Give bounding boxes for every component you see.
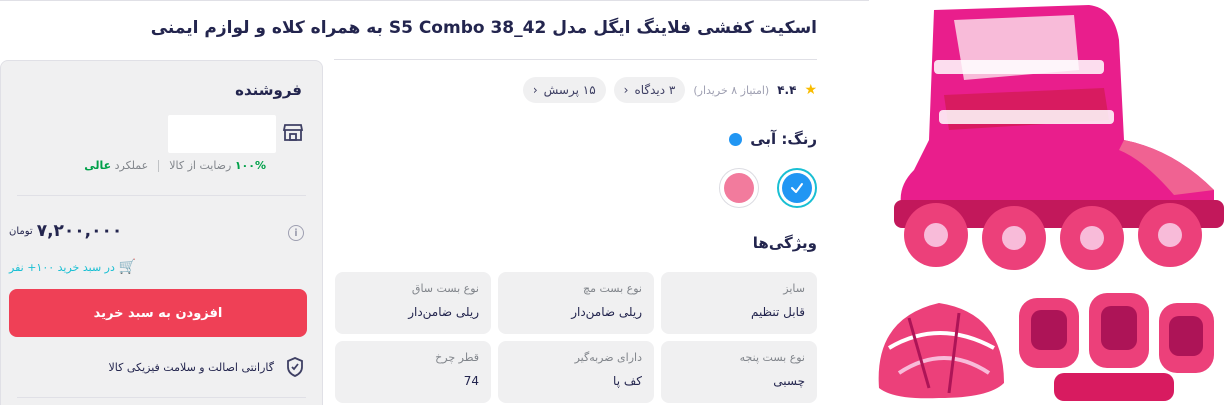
spec-card: نوع بست مچ ریلی ضامن‌دار (498, 272, 654, 334)
seller-box: فروشنده ۱۰۰% رضایت از کالا عملکرد عالی i… (0, 60, 323, 405)
add-to-cart-button[interactable]: افزودن به سبد خرید (9, 289, 307, 337)
performance: عملکرد عالی (84, 159, 148, 172)
chevron-left-icon: ‹ (623, 83, 629, 97)
spec-value: 74 (463, 374, 479, 388)
cart-note-text: در سبد خرید ۱۰۰+ نفر (9, 260, 115, 274)
performance-value: عالی (84, 159, 112, 172)
satisfaction: ۱۰۰% رضایت از کالا (169, 159, 266, 172)
pads-image[interactable] (1009, 288, 1224, 405)
color-label-text: رنگ: آبی (750, 130, 817, 148)
questions-pill[interactable]: ۱۵ پرسش ‹ (522, 77, 606, 103)
spec-key: نوع بست ساق (411, 282, 479, 295)
spec-card: دارای ضربه‌گیر کف پا (498, 341, 654, 403)
seller-title: فروشنده (235, 81, 302, 99)
satisfaction-text: رضایت از کالا (169, 159, 232, 172)
spec-card: سایز قابل تنظیم (661, 272, 817, 334)
top-divider (0, 0, 880, 1)
rating-value: ۴.۴ (777, 83, 797, 97)
rating-row: ★ ۴.۴ (امتیاز ۸ خریدار) ۳ دیدگاه ‹ ۱۵ پر… (522, 76, 817, 104)
swatch-pink[interactable] (719, 168, 759, 208)
star-icon: ★ (804, 82, 817, 98)
selected-color-dot (729, 132, 743, 146)
spec-key: سایز (783, 282, 805, 295)
seller-divider (17, 397, 306, 398)
seller-divider (17, 195, 306, 196)
spec-key: نوع بست پنجه (739, 351, 805, 364)
guarantee-text: گارانتی اصالت و سلامت فیزیکی کالا (108, 360, 275, 374)
seller-meta: ۱۰۰% رضایت از کالا عملکرد عالی (84, 159, 266, 172)
product-title: اسکیت کفشی فلاینگ ایگل مدل S5 Combo 38_4… (150, 18, 817, 38)
info-icon[interactable]: i (288, 225, 304, 241)
color-swatches (719, 168, 817, 208)
skate-image[interactable] (874, 0, 1229, 285)
info-divider (334, 59, 817, 60)
spec-value: ریلی ضامن‌دار (571, 305, 642, 319)
product-gallery[interactable] (869, 0, 1229, 405)
spec-value: قابل تنظیم (750, 305, 805, 319)
spec-value: چسبی (773, 374, 805, 388)
helmet-image[interactable] (869, 288, 1014, 405)
reviews-pill-label: ۳ دیدگاه (634, 83, 676, 97)
check-icon (791, 183, 803, 193)
swatch-pink-fill (724, 173, 754, 203)
guarantee-row[interactable]: گارانتی اصالت و سلامت فیزیکی کالا (109, 357, 305, 377)
price: ۷,۲۰۰,۰۰۰ تومان (9, 221, 122, 241)
spec-key: دارای ضربه‌گیر (574, 351, 642, 364)
spec-key: قطر چرخ (435, 351, 479, 364)
seller-name-box[interactable] (168, 115, 276, 153)
performance-label: عملکرد (114, 159, 149, 172)
features-title: ویژگی‌ها (752, 234, 817, 252)
price-currency: تومان (9, 225, 33, 237)
shield-icon (287, 357, 303, 377)
spec-grid: سایز قابل تنظیم نوع بست مچ ریلی ضامن‌دار… (334, 272, 817, 403)
meta-separator (158, 159, 160, 172)
spec-value: کف پا (613, 374, 642, 388)
shop-icon (282, 124, 304, 141)
swatch-blue-fill (782, 173, 812, 203)
spec-card: قطر چرخ 74 (335, 341, 491, 403)
spec-card: نوع بست پنجه چسبی (661, 341, 817, 403)
product-info: ★ ۴.۴ (امتیاز ۸ خریدار) ۳ دیدگاه ‹ ۱۵ پر… (334, 58, 817, 405)
swatch-blue[interactable] (777, 168, 817, 208)
reviews-pill[interactable]: ۳ دیدگاه ‹ (613, 77, 686, 103)
chevron-left-icon: ‹ (532, 83, 538, 97)
spec-value: ریلی ضامن‌دار (408, 305, 479, 319)
satisfaction-value: ۱۰۰% (234, 159, 266, 172)
spec-card: نوع بست ساق ریلی ضامن‌دار (335, 272, 491, 334)
cart-note: 🛒 در سبد خرید ۱۰۰+ نفر (9, 259, 136, 275)
spec-key: نوع بست مچ (583, 282, 642, 295)
color-selection-label: رنگ: آبی (729, 130, 817, 148)
price-value: ۷,۲۰۰,۰۰۰ (36, 221, 123, 241)
rating-subtext: (امتیاز ۸ خریدار) (693, 83, 770, 97)
cart-icon: 🛒 (118, 259, 137, 275)
questions-pill-label: ۱۵ پرسش (543, 83, 596, 97)
